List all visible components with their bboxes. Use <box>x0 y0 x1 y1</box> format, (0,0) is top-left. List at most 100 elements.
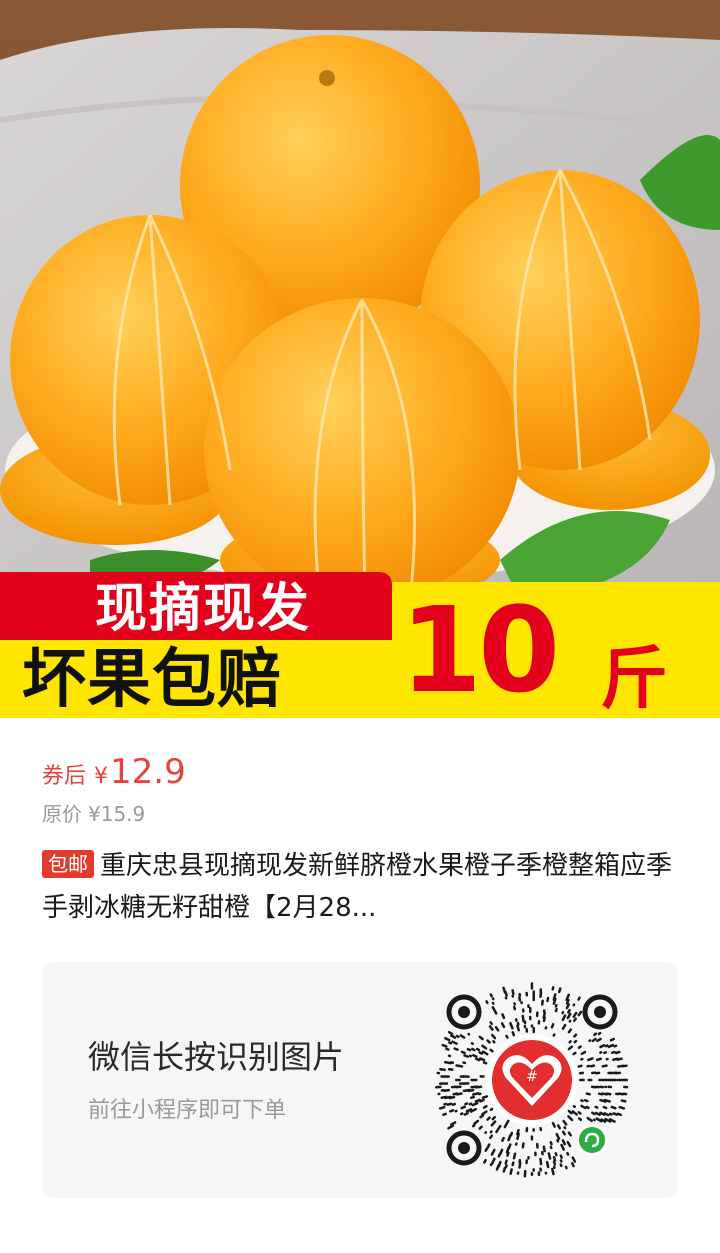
qr-module <box>484 1131 488 1135</box>
qr-module <box>589 1064 596 1068</box>
qr-module <box>475 1047 481 1052</box>
qr-module <box>491 1001 495 1005</box>
original-price-value: ¥15.9 <box>88 802 146 826</box>
qr-module <box>451 1040 458 1045</box>
qr-module <box>610 1105 617 1110</box>
qr-module <box>491 997 495 1001</box>
qr-module <box>601 1064 608 1068</box>
qr-module <box>509 1168 513 1175</box>
qr-module <box>449 1109 455 1113</box>
qr-module <box>489 1130 493 1134</box>
qr-instruction-subtitle: 前往小程序即可下单 <box>88 1098 287 1123</box>
qr-module <box>520 1000 523 1005</box>
coupon-price-value: 12.9 <box>110 752 186 792</box>
qr-module <box>530 1024 534 1028</box>
qr-module <box>470 1095 475 1100</box>
qr-module <box>463 1054 470 1058</box>
qr-module <box>440 1075 444 1078</box>
qr-module <box>530 1172 534 1176</box>
qr-module <box>467 1032 471 1036</box>
qr-module <box>585 1092 591 1096</box>
qr-module <box>618 1105 626 1110</box>
qr-module <box>566 1140 572 1148</box>
free-shipping-badge: 包邮 <box>42 850 94 878</box>
qr-module <box>588 1039 592 1043</box>
qr-module <box>511 989 515 995</box>
qr-module <box>539 1167 542 1172</box>
qr-module <box>466 1047 472 1052</box>
qr-module <box>511 1161 515 1167</box>
original-price: 原价 ¥15.9 <box>42 798 145 828</box>
qr-module <box>488 1134 494 1140</box>
qr-module <box>521 1014 525 1023</box>
qr-module <box>489 1048 494 1053</box>
qr-module <box>599 1085 605 1089</box>
qr-module <box>554 1007 558 1013</box>
qr-module <box>435 1085 442 1089</box>
qr-module <box>454 1109 458 1113</box>
qr-module <box>478 1125 483 1130</box>
qr-module <box>563 1126 567 1130</box>
qr-module <box>494 1026 500 1032</box>
qr-module <box>489 993 493 998</box>
qr-module <box>577 1117 583 1122</box>
qr-module <box>572 1011 578 1018</box>
qr-module <box>577 1064 583 1068</box>
coupon-price: 券后 ¥ 12.9 <box>42 752 186 796</box>
qr-module <box>528 1015 532 1021</box>
qr-module <box>521 1142 525 1149</box>
qr-module <box>501 1136 505 1142</box>
qr-module <box>471 1092 480 1096</box>
qr-module <box>557 987 562 994</box>
qr-module <box>567 1028 573 1034</box>
qr-module <box>438 1082 446 1085</box>
qr-module <box>455 1064 464 1068</box>
qr-module <box>521 1008 525 1013</box>
qr-module <box>459 1034 466 1039</box>
qr-module <box>595 1057 602 1062</box>
qr-module <box>568 1040 572 1044</box>
qr-module <box>583 1099 589 1103</box>
qr-module <box>481 1095 489 1099</box>
qr-module <box>567 1115 574 1122</box>
qr-module <box>577 996 581 1001</box>
qr-module <box>527 1155 530 1160</box>
qr-module <box>580 1099 584 1103</box>
qr-module <box>607 1085 613 1089</box>
qr-module <box>620 1099 627 1103</box>
qr-module <box>559 1159 563 1163</box>
qr-module <box>437 1092 441 1096</box>
qr-module <box>447 1054 452 1058</box>
qr-module <box>578 1071 585 1075</box>
qr-module <box>453 1047 459 1051</box>
coupon-price-label: 券后 <box>42 764 87 789</box>
qr-module <box>450 1034 457 1039</box>
qr-module <box>559 1163 563 1168</box>
qr-module <box>481 1044 488 1050</box>
qr-module <box>579 1078 585 1082</box>
qr-module <box>561 1014 567 1022</box>
qr-card[interactable]: 微信长按识别图片 前往小程序即可下单 # <box>42 962 678 1198</box>
pinduoduo-logo-icon: # <box>492 1040 572 1120</box>
qr-module <box>514 1142 518 1146</box>
qr-module <box>471 1047 476 1052</box>
qr-module <box>614 1050 621 1055</box>
qr-module <box>525 1127 529 1133</box>
qr-module <box>561 1023 567 1030</box>
qr-module <box>438 1105 446 1110</box>
qr-module <box>609 1037 616 1042</box>
qr-module <box>552 1033 556 1037</box>
qr-module <box>507 1134 512 1142</box>
qr-module <box>605 1057 609 1061</box>
qr-module <box>525 991 529 997</box>
qr-module <box>516 1171 520 1175</box>
mini-program-qr-code[interactable]: # <box>434 982 630 1178</box>
qr-module <box>594 1105 599 1109</box>
qr-module <box>491 1115 496 1121</box>
qr-module <box>616 1112 623 1117</box>
qr-module <box>587 1057 594 1062</box>
qr-module <box>485 1000 489 1005</box>
product-title-block: 包邮 重庆忠县现摘现发新鲜脐橙水果橙子季橙整箱应季手剥冰糖无籽甜橙【2月28... <box>42 845 682 929</box>
qr-module <box>530 982 534 990</box>
qr-module <box>486 1039 491 1044</box>
